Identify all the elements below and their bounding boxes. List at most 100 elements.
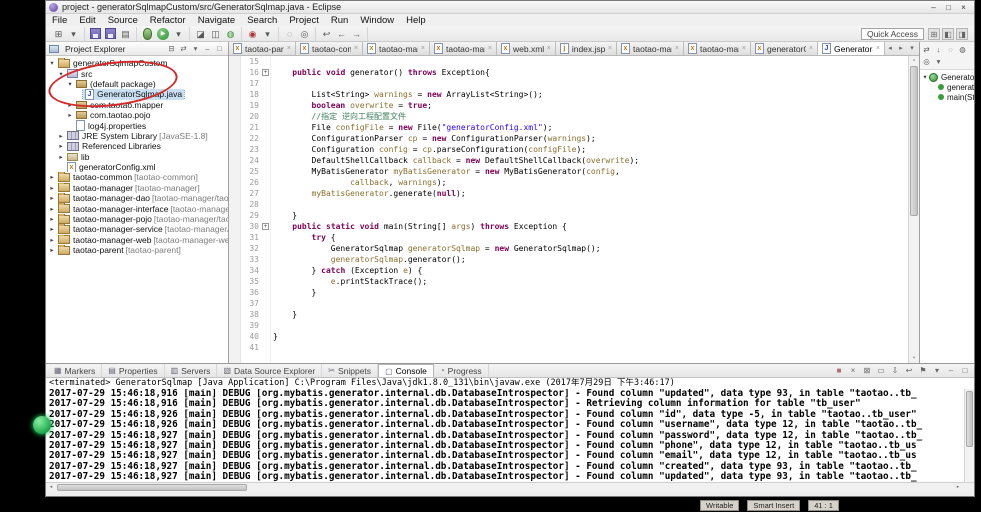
menu-source[interactable]: Source [102, 15, 144, 26]
tree-item[interactable]: ▸ Referenced Libraries [46, 141, 228, 151]
menu-file[interactable]: File [46, 15, 73, 26]
perspective-javaee-icon[interactable]: ◧ [942, 27, 954, 40]
maximize-panel-icon[interactable]: □ [214, 43, 225, 54]
expand-arrow[interactable]: ▾ [66, 80, 74, 88]
console-view-tab-servers[interactable]: ▥ Servers [165, 364, 218, 377]
pin-console-icon[interactable]: ⚑ [917, 365, 929, 377]
menu-refactor[interactable]: Refactor [144, 15, 192, 26]
editor-tab[interactable]: taotao-manag× [684, 42, 751, 55]
tree-item[interactable]: ▸ taotao-parent [taotao-parent] [46, 245, 228, 255]
line-numbers[interactable]: 15 16 17 18 19 20 21 22 23 24 25 26 27 28 29 30 31 32 33 34… [241, 56, 261, 363]
close-tab-icon[interactable]: × [809, 45, 813, 52]
tree-item[interactable]: ▸taotao-manager-interface[taotao-manager… [46, 203, 228, 214]
editor-tab[interactable]: web.xml× [497, 42, 556, 55]
collapse-all-icon[interactable]: ⊟ [166, 43, 177, 54]
tree-item[interactable]: ▾ generatorSqlmapCustom [46, 58, 228, 68]
forward-icon[interactable]: → [350, 27, 363, 41]
open-console-dropdown-icon[interactable]: ▾ [931, 365, 943, 377]
perspective-java-icon[interactable]: ◨ [956, 27, 968, 40]
close-tab-icon[interactable]: × [354, 45, 358, 52]
close-tab-icon[interactable]: × [608, 45, 612, 52]
last-edit-location-icon[interactable]: ↩ [320, 27, 333, 41]
external-tools-icon[interactable]: ◉ [246, 27, 259, 41]
quick-access-button[interactable]: Quick Access [860, 27, 924, 40]
console-view-tab-progress[interactable]: ◔ Progress [434, 364, 489, 377]
scroll-right-icon[interactable] [953, 483, 963, 492]
menu-run[interactable]: Run [325, 15, 354, 26]
run-dropdown-icon[interactable]: ▾ [172, 27, 185, 41]
hide-non-public-icon[interactable]: ◎ [921, 56, 932, 67]
menu-search[interactable]: Search [241, 15, 283, 26]
save-icon[interactable] [90, 28, 101, 39]
menu-window[interactable]: Window [354, 15, 400, 26]
editor-marker-bar[interactable] [229, 56, 241, 363]
maximize-button[interactable]: □ [941, 2, 956, 13]
console-view-tab-properties[interactable]: ▤ Properties [102, 364, 165, 377]
expand-arrow[interactable]: ▸ [48, 173, 56, 181]
status-field[interactable]: Writable [700, 500, 740, 511]
back-icon[interactable]: ← [335, 27, 348, 41]
focus-icon[interactable]: ⇄ [921, 44, 932, 55]
fold-marker-icon[interactable]: + [262, 223, 269, 230]
console-output[interactable]: 2017-07-29 15:46:18,916 [main] DEBUG [or… [46, 389, 974, 482]
scroll-lock-icon[interactable]: ⇩ [889, 365, 901, 377]
sort-icon[interactable]: ↓ [933, 44, 944, 55]
tree-item[interactable]: ▸taotao-manager-service[taotao-manager/t… [46, 224, 228, 234]
view-menu-icon[interactable]: ▾ [933, 56, 944, 67]
expand-arrow[interactable]: ▸ [48, 215, 56, 223]
expand-arrow[interactable]: ▸ [57, 142, 65, 150]
expand-arrow[interactable]: ▾ [921, 73, 929, 81]
editor-tab[interactable]: taotao-commo× [296, 42, 363, 55]
minimize-button[interactable]: – [926, 2, 941, 13]
tree-item[interactable]: ▸taotao-manager-web[taotao-manager-web] [46, 234, 228, 245]
tree-item[interactable]: ▸ taotao-manager-dao [taotao-manager/taota [46, 193, 228, 203]
hide-fields-icon[interactable]: ◌ [945, 44, 956, 55]
minimize-panel-icon[interactable]: – [202, 43, 213, 54]
new-package-icon[interactable]: ◫ [209, 27, 222, 41]
console-scroll-thumb-vertical[interactable] [966, 391, 973, 447]
editor-tab[interactable]: GeneratorSq× [818, 42, 885, 55]
menu-help[interactable]: Help [400, 15, 432, 26]
close-tab-icon[interactable]: × [675, 45, 679, 52]
print-icon[interactable]: ▤ [119, 27, 132, 41]
link-with-editor-icon[interactable]: ⇄ [178, 43, 189, 54]
tree-item[interactable]: ▸ lib [46, 152, 228, 162]
editor-tab[interactable]: taotao-manag× [430, 42, 497, 55]
expand-arrow[interactable]: ▾ [48, 59, 56, 67]
tab-scroll-left-icon[interactable]: ◂ [885, 43, 895, 55]
close-tab-icon[interactable]: × [742, 45, 746, 52]
new-wizard-icon[interactable]: ⊞ [52, 27, 65, 41]
expand-arrow[interactable]: ▸ [48, 184, 56, 192]
new-class-icon[interactable]: ◍ [224, 27, 237, 41]
outline-item[interactable]: generator() [920, 82, 974, 92]
tab-scroll-right-icon[interactable]: ▸ [896, 43, 906, 55]
expand-arrow[interactable]: ▸ [48, 236, 56, 244]
console-vertical-scrollbar[interactable] [964, 389, 974, 482]
code-lines[interactable]: public void generator() throws Exception… [271, 56, 908, 363]
console-view-tab-markers[interactable]: ▦ Markers [48, 364, 103, 377]
tree-item[interactable]: GeneratorSqlmap.java [46, 89, 228, 100]
console-scroll-thumb[interactable] [57, 484, 247, 491]
hide-static-icon[interactable]: ◍ [957, 44, 968, 55]
close-tab-icon[interactable]: × [488, 45, 492, 52]
expand-arrow[interactable]: ▸ [66, 111, 74, 119]
console-view-tab-console[interactable]: ▢ Console [378, 364, 434, 377]
remove-all-launches-icon[interactable]: ⊠ [861, 365, 873, 377]
menu-edit[interactable]: Edit [73, 15, 101, 26]
menu-project[interactable]: Project [283, 15, 325, 26]
fold-marker-icon[interactable]: + [262, 69, 269, 76]
save-all-icon[interactable] [105, 28, 116, 39]
editor-body[interactable]: 15 16 17 18 19 20 21 22 23 24 25 26 27 28 29 30 31 32 33 34… [229, 56, 919, 363]
clear-console-icon[interactable]: ▭ [875, 365, 887, 377]
editor-vertical-scrollbar[interactable] [908, 56, 919, 363]
external-tools-dropdown-icon[interactable]: ▾ [261, 27, 274, 41]
tree-item[interactable]: ▾ (default package) [46, 79, 228, 89]
editor-tab[interactable]: index.jsp× [555, 42, 617, 55]
tree-item[interactable]: ▸ com.taotao.pojo [46, 110, 228, 120]
open-type-icon[interactable]: ◎ [298, 27, 311, 41]
word-wrap-icon[interactable]: ↩ [903, 365, 915, 377]
run-icon[interactable]: ▶ [157, 27, 169, 40]
explorer-title[interactable]: Project Explorer [65, 44, 125, 54]
new-wizard-dropdown-icon[interactable]: ▾ [67, 27, 80, 41]
status-field[interactable]: 41 : 1 [808, 500, 839, 511]
